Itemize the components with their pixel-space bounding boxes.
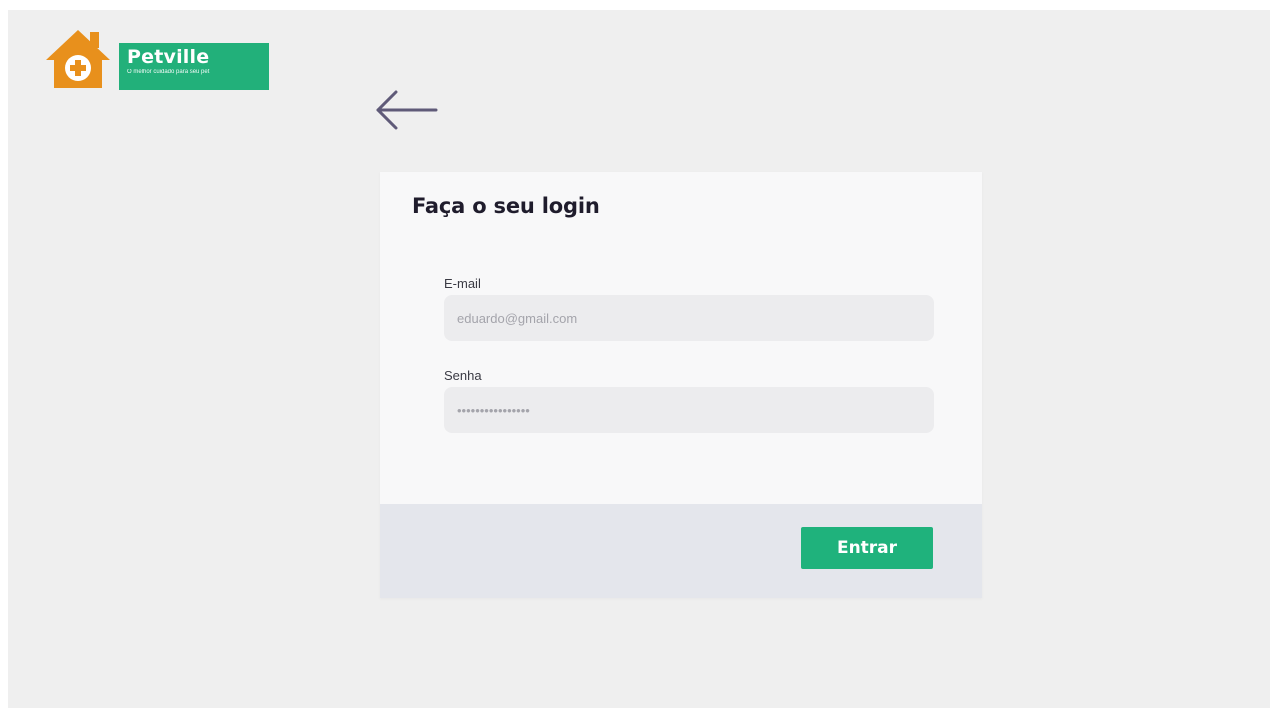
email-label: E-mail (444, 276, 481, 291)
brand-name: Petville (127, 46, 210, 68)
password-input[interactable] (444, 387, 934, 433)
card-footer: Entrar (380, 504, 982, 598)
password-label: Senha (444, 368, 482, 383)
petville-logo[interactable]: Petville O melhor cuidado para seu pet (44, 28, 274, 92)
brand-tagline: O melhor cuidado para seu pet (127, 69, 210, 75)
back-button[interactable] (370, 86, 442, 134)
email-input[interactable] (444, 295, 934, 341)
login-card: Faça o seu login E-mail Senha Entrar (380, 172, 982, 598)
house-cross-icon (46, 30, 110, 88)
page-background: Petville O melhor cuidado para seu pet F… (8, 10, 1270, 708)
login-title: Faça o seu login (412, 194, 600, 218)
submit-button[interactable]: Entrar (801, 527, 933, 569)
logo-badge: Petville O melhor cuidado para seu pet (119, 43, 269, 90)
arrow-left-icon (376, 90, 438, 130)
